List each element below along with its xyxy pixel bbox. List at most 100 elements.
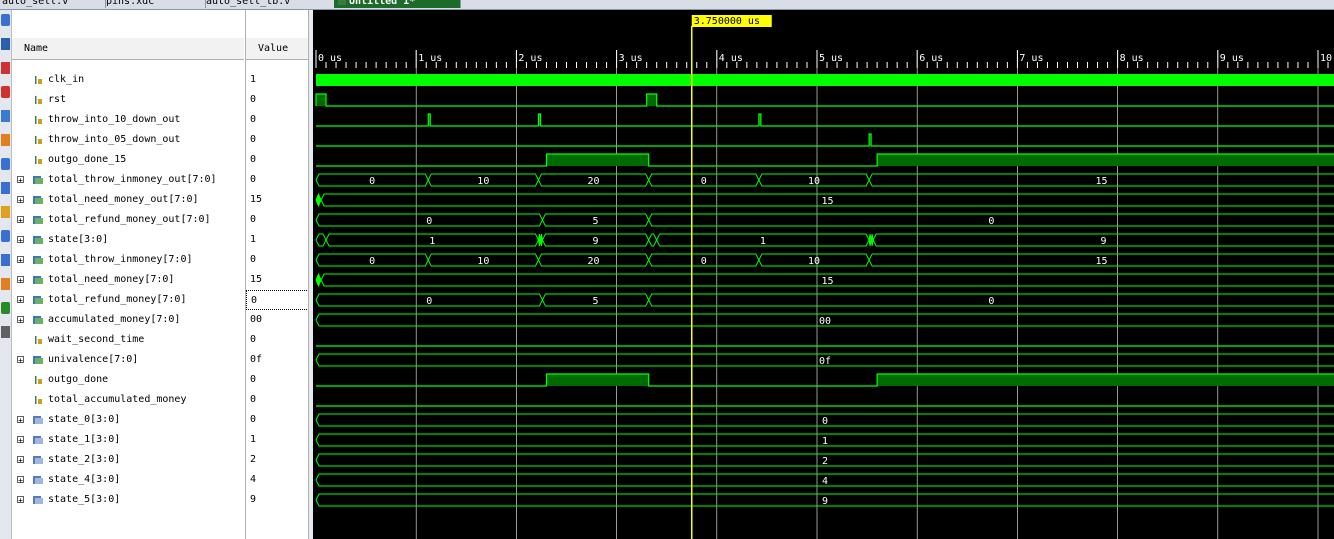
signal-value[interactable]: 0: [246, 290, 309, 310]
signal-row-accumulated-money[interactable]: + accumulated_money[7:0]: [12, 310, 244, 330]
signal-row-throw-into-10-down-out[interactable]: throw_into_10_down_out: [12, 110, 244, 130]
waveform-state-0[interactable]: 0: [315, 413, 1334, 427]
expand-icon[interactable]: +: [17, 456, 24, 465]
time-cursor[interactable]: 3.750000 us: [691, 15, 772, 539]
waveform-state-4[interactable]: 4: [315, 473, 1334, 487]
signal-row-rst[interactable]: rst: [12, 90, 244, 110]
tab-auto-sell-tb-v[interactable]: auto_sell_tb.v: [204, 0, 336, 8]
signal-row-total-need-money[interactable]: + total_need_money[7:0]: [12, 270, 244, 290]
waveform-total-throw-inmoney-out[interactable]: 0 10 20 0 10 15: [315, 173, 1334, 187]
signal-value[interactable]: 15: [246, 270, 309, 290]
expand-icon[interactable]: +: [17, 196, 24, 205]
next-marker-icon[interactable]: [1, 230, 10, 242]
waveform-throw-into-10-down-out[interactable]: [316, 113, 1334, 127]
waveform-state-2[interactable]: 2: [315, 453, 1334, 467]
signal-value[interactable]: 0: [246, 90, 309, 110]
waveform-outgo-done[interactable]: [316, 373, 1334, 387]
signal-value[interactable]: 0: [246, 250, 309, 270]
zoom-fit-icon[interactable]: [1, 14, 10, 26]
zoom-in-icon[interactable]: [1, 62, 10, 74]
signal-row-state-4[interactable]: + state_4[3:0]: [12, 470, 244, 490]
waveform-throw-into-05-down-out[interactable]: [316, 133, 1334, 147]
signal-value[interactable]: 0: [246, 130, 309, 150]
time-ruler[interactable]: 0 us 1 us 2 us 3 us 4 us 5 us 6 us 7 us 8 us 9 us…: [315, 50, 1334, 68]
signal-value[interactable]: 0: [246, 150, 309, 170]
waveform-state-5[interactable]: 9: [315, 493, 1334, 507]
signal-row-outgo-done[interactable]: outgo_done: [12, 370, 244, 390]
waveform-state[interactable]: 1919: [315, 233, 1334, 247]
expand-icon[interactable]: +: [17, 496, 24, 505]
previous-transition-icon[interactable]: [1, 134, 10, 146]
value-column-header[interactable]: Value: [246, 38, 309, 60]
tab-pins-xdc[interactable]: pins.xdc: [104, 0, 206, 8]
waveform-total-refund-money[interactable]: 0 5 0: [315, 293, 1334, 307]
waveform-outgo-done-15[interactable]: [316, 153, 1334, 167]
signal-row-total-throw-inmoney[interactable]: + total_throw_inmoney[7:0]: [12, 250, 244, 270]
waveform-clk-in[interactable]: [316, 74, 1334, 86]
waveform-accumulated-money[interactable]: 00: [315, 313, 1334, 327]
expand-icon[interactable]: +: [17, 296, 24, 305]
waveform-rst[interactable]: [315, 93, 1334, 107]
signal-value[interactable]: 0: [246, 170, 309, 190]
waveform-univalence[interactable]: 0f: [315, 353, 1334, 367]
tab-auto-sell-v[interactable]: auto_sell.v: [0, 0, 106, 8]
waveform-total-throw-inmoney[interactable]: 0 10 20 0 10 15: [315, 253, 1334, 267]
add-marker-icon[interactable]: [1, 182, 10, 194]
zoom-out-icon[interactable]: [1, 86, 10, 98]
signal-value[interactable]: 2: [246, 450, 309, 470]
signal-value[interactable]: 1: [246, 430, 309, 450]
signal-row-total-throw-inmoney-out[interactable]: + total_throw_inmoney_out[7:0]: [12, 170, 244, 190]
signal-row-state-5[interactable]: + state_5[3:0]: [12, 490, 244, 510]
expand-icon[interactable]: +: [17, 216, 24, 225]
signal-row-total-need-money-out[interactable]: + total_need_money_out[7:0]: [12, 190, 244, 210]
signal-value[interactable]: 1: [246, 70, 309, 90]
signal-row-total-refund-money-out[interactable]: + total_refund_money_out[7:0]: [12, 210, 244, 230]
signal-row-throw-into-05-down-out[interactable]: throw_into_05_down_out: [12, 130, 244, 150]
save-icon[interactable]: [1, 38, 10, 50]
expand-icon[interactable]: +: [17, 256, 24, 265]
signal-value[interactable]: 1: [246, 230, 309, 250]
previous-marker-icon[interactable]: [1, 206, 10, 218]
signal-value[interactable]: 0: [246, 110, 309, 130]
signal-value[interactable]: 15: [246, 190, 309, 210]
waveform-area[interactable]: 0 us 1 us 2 us 3 us 4 us 5 us 6 us 7 us 8 us 9 us…: [313, 10, 1334, 539]
signal-value[interactable]: 9: [246, 490, 309, 510]
swap-cursors-icon[interactable]: [1, 254, 10, 266]
go-to-cursor-icon[interactable]: [1, 110, 10, 122]
signal-value[interactable]: 0: [246, 390, 309, 410]
waveform-total-need-money-out[interactable]: 15: [315, 192, 1334, 208]
expand-icon[interactable]: +: [17, 316, 24, 325]
snap-icon[interactable]: [1, 302, 10, 314]
signal-row-wait-second-time[interactable]: wait_second_time: [12, 330, 244, 350]
signal-value[interactable]: 0: [246, 370, 309, 390]
signal-value[interactable]: 0: [246, 410, 309, 430]
expand-icon[interactable]: +: [17, 176, 24, 185]
signal-value[interactable]: 0: [246, 330, 309, 350]
expand-icon[interactable]: +: [17, 236, 24, 245]
signal-value[interactable]: 0f: [246, 350, 309, 370]
waveform-total-refund-money-out[interactable]: 0 5 0: [315, 213, 1334, 227]
expand-icon[interactable]: +: [17, 416, 24, 425]
signal-value[interactable]: 4: [246, 470, 309, 490]
next-transition-icon[interactable]: [1, 158, 10, 170]
signal-row-outgo-done-15[interactable]: outgo_done_15: [12, 150, 244, 170]
signal-row-total-accumulated-money[interactable]: total_accumulated_money: [12, 390, 244, 410]
name-column-header[interactable]: Name: [12, 38, 244, 60]
expand-icon[interactable]: +: [17, 436, 24, 445]
signal-row-univalence[interactable]: + univalence[7:0]: [12, 350, 244, 370]
waveform-canvas[interactable]: 0 us 1 us 2 us 3 us 4 us 5 us 6 us 7 us 8 us 9 us…: [313, 10, 1334, 539]
cut-icon[interactable]: [1, 278, 10, 290]
signal-value[interactable]: 0: [246, 210, 309, 230]
signal-row-state-1[interactable]: + state_1[3:0]: [12, 430, 244, 450]
waveform-state-1[interactable]: 1: [315, 433, 1334, 447]
signal-row-total-refund-money[interactable]: + total_refund_money[7:0]: [12, 290, 244, 310]
expand-icon[interactable]: +: [17, 276, 24, 285]
signal-row-state[interactable]: + state[3:0]: [12, 230, 244, 250]
tab-untitled-1[interactable]: Untitled 1*: [334, 0, 461, 8]
signal-value[interactable]: 00: [246, 310, 309, 330]
signal-row-state-0[interactable]: + state_0[3:0]: [12, 410, 244, 430]
expand-icon[interactable]: +: [17, 476, 24, 485]
expand-icon[interactable]: +: [17, 356, 24, 365]
signal-row-clk-in[interactable]: clk_in: [12, 70, 244, 90]
signal-row-state-2[interactable]: + state_2[3:0]: [12, 450, 244, 470]
